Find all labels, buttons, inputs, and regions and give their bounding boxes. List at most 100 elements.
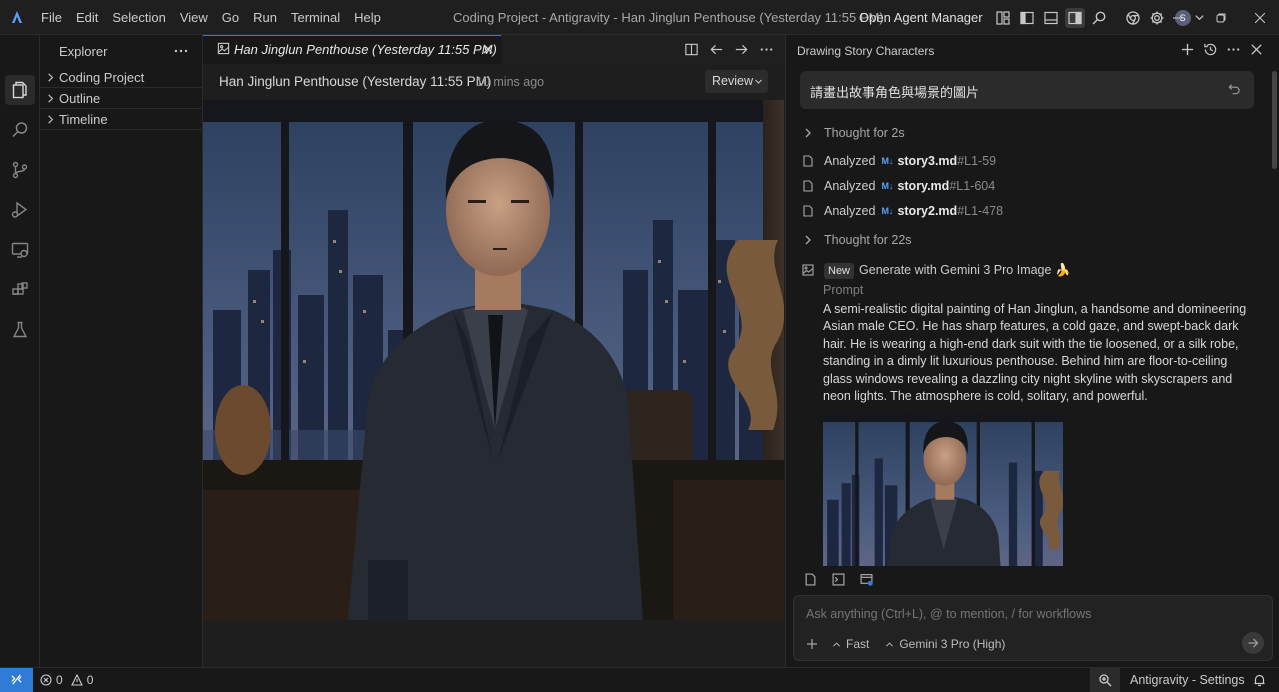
menu-file[interactable]: File	[34, 0, 69, 35]
generated-image-thumbnail[interactable]	[823, 413, 1063, 566]
window-title: Coding Project - Antigravity - Han Jingl…	[453, 10, 884, 25]
more-actions-icon[interactable]	[1226, 42, 1241, 57]
menu-view[interactable]: View	[173, 0, 215, 35]
file-icon	[802, 205, 814, 217]
title-actions: Open Agent Manager S	[859, 0, 1209, 35]
close-icon[interactable]	[482, 43, 494, 55]
warning-icon	[70, 674, 83, 686]
file-link[interactable]: story3.md	[897, 154, 957, 168]
menu-edit[interactable]: Edit	[69, 0, 105, 35]
model-selector[interactable]: Gemini 3 Pro (High)	[899, 637, 1005, 651]
minimize-button[interactable]	[1164, 0, 1192, 35]
close-icon[interactable]	[1249, 42, 1264, 57]
warning-count: 0	[86, 673, 94, 687]
user-message: 請畫出故事角色與場景的圖片	[800, 71, 1254, 109]
toggle-secondary-sidebar-icon[interactable]	[1064, 7, 1085, 28]
file-icon	[802, 180, 814, 192]
extensions-icon[interactable]	[10, 280, 30, 300]
new-badge: New	[824, 263, 855, 279]
search-icon[interactable]	[10, 120, 30, 140]
arrow-right-icon[interactable]	[734, 42, 749, 57]
toggle-panel-icon[interactable]	[1043, 10, 1059, 26]
more-actions-icon[interactable]	[173, 43, 189, 59]
bell-icon[interactable]	[1253, 673, 1266, 687]
chevron-down-icon[interactable]	[1194, 12, 1205, 23]
file-icon	[802, 155, 814, 167]
arrow-left-icon[interactable]	[709, 42, 724, 57]
markdown-icon: M↓	[881, 156, 894, 166]
tree-item-label: Timeline	[59, 112, 108, 127]
settings-link[interactable]: Antigravity - Settings	[1130, 668, 1245, 692]
editor-tab-label: Han Jinglun Penthouse (Yesterday 11:55 P…	[234, 42, 497, 57]
customize-layout-icon[interactable]	[995, 10, 1011, 26]
chevron-up-icon	[832, 640, 841, 649]
review-button-label: Review	[712, 74, 753, 88]
plus-icon[interactable]	[806, 638, 818, 650]
menu-go[interactable]: Go	[215, 0, 246, 35]
send-button[interactable]	[1242, 632, 1264, 654]
history-icon[interactable]	[1203, 42, 1218, 57]
agent-panel: Drawing Story Characters 請畫出故事角色與場景的圖片 T…	[785, 35, 1279, 667]
panel-actions	[1176, 42, 1268, 57]
tree-item-timeline[interactable]: Timeline	[40, 109, 202, 130]
split-editor-icon[interactable]	[684, 42, 699, 57]
chevron-right-icon	[45, 93, 56, 104]
menu-selection[interactable]: Selection	[105, 0, 172, 35]
file-icon[interactable]	[804, 573, 817, 586]
source-control-icon[interactable]	[10, 160, 30, 180]
remote-icon	[11, 674, 22, 685]
chevron-right-icon	[802, 234, 814, 246]
chat-options: Fast Gemini 3 Pro (High)	[806, 635, 1005, 653]
remote-indicator[interactable]	[0, 668, 33, 692]
artifact-title: Han Jinglun Penthouse (Yesterday 11:55 P…	[219, 74, 492, 89]
explorer-title: Explorer	[59, 44, 108, 59]
generate-label: Generate with Gemini 3 Pro Image	[859, 263, 1052, 277]
error-count: 0	[56, 673, 63, 687]
run-debug-icon[interactable]	[10, 200, 30, 220]
remote-explorer-icon[interactable]	[10, 240, 30, 260]
analyzed-verb: Analyzed	[824, 204, 876, 218]
menu-help[interactable]: Help	[347, 0, 388, 35]
testing-flask-icon[interactable]	[10, 320, 30, 340]
markdown-icon: M↓	[881, 181, 894, 191]
chat-input[interactable]	[806, 607, 1226, 621]
prompt-label: Prompt	[823, 283, 864, 297]
chrome-icon[interactable]	[1125, 10, 1141, 26]
line-range: #L1-59	[957, 154, 997, 168]
terminal-icon[interactable]	[832, 573, 845, 586]
tree-item-outline[interactable]: Outline	[40, 88, 202, 109]
restore-button[interactable]	[1207, 0, 1235, 35]
search-icon[interactable]	[1091, 10, 1107, 26]
file-link[interactable]: story2.md	[897, 204, 957, 218]
review-button[interactable]: Review	[705, 70, 768, 93]
tree-item-coding-project[interactable]: Coding Project	[40, 67, 202, 88]
image-icon	[802, 264, 814, 276]
problems-indicator[interactable]: 0 0	[40, 668, 93, 692]
thought-label: Thought for 22s	[824, 233, 912, 247]
chat-input-box: Fast Gemini 3 Pro (High)	[793, 595, 1273, 661]
menu-terminal[interactable]: Terminal	[284, 0, 347, 35]
editor-body: Han Jinglun Penthouse (Yesterday 11:55 P…	[203, 64, 785, 667]
plus-icon[interactable]	[1180, 42, 1195, 57]
zoom-icon[interactable]	[1090, 668, 1120, 692]
close-window-button[interactable]	[1246, 0, 1274, 35]
context-actions	[800, 573, 884, 586]
editor-tab-bar: Han Jinglun Penthouse (Yesterday 11:55 P…	[203, 35, 785, 64]
menu-run[interactable]: Run	[246, 0, 284, 35]
more-actions-icon[interactable]	[759, 42, 774, 57]
explorer-sidebar: Explorer Coding Project Outline Timeline	[40, 35, 203, 667]
explorer-files-icon[interactable]	[10, 80, 30, 100]
undo-icon[interactable]	[1228, 83, 1241, 96]
browser-status-icon[interactable]	[860, 573, 873, 586]
editor-tab[interactable]: Han Jinglun Penthouse (Yesterday 11:55 P…	[203, 35, 501, 64]
markdown-icon: M↓	[881, 206, 894, 216]
activity-bar	[0, 35, 40, 667]
open-agent-manager-button[interactable]: Open Agent Manager	[859, 10, 983, 25]
line-range: #L1-604	[949, 179, 996, 193]
toggle-primary-sidebar-icon[interactable]	[1019, 10, 1035, 26]
gear-icon[interactable]	[1149, 10, 1165, 26]
panel-scrollbar[interactable]	[1272, 71, 1277, 169]
conversation-title: Drawing Story Characters	[797, 44, 935, 58]
mode-selector[interactable]: Fast	[846, 637, 869, 651]
file-link[interactable]: story.md	[897, 179, 949, 193]
